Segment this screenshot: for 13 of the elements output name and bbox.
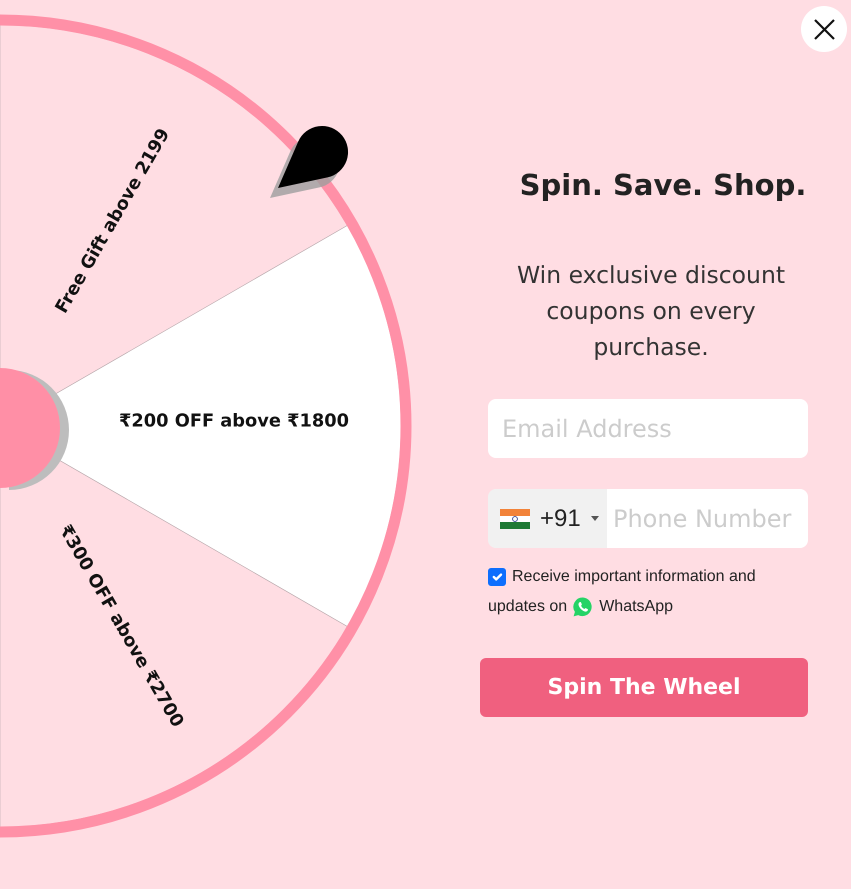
popup-title: Spin. Save. Shop. bbox=[518, 167, 808, 204]
consent-text: updates on bbox=[488, 597, 568, 617]
country-code-selector[interactable]: +91 bbox=[488, 489, 607, 548]
flag-icon bbox=[500, 508, 530, 528]
app-name-text: WhatsApp bbox=[599, 597, 673, 617]
chat-phone-icon bbox=[573, 597, 594, 617]
segment-label: ₹200 OFF above ₹1800 bbox=[119, 410, 349, 432]
close-icon bbox=[814, 18, 834, 40]
popup-subtitle: Win exclusive discount coupons on every purchase. bbox=[516, 260, 786, 363]
consent-checkbox[interactable] bbox=[488, 568, 506, 586]
close-button[interactable] bbox=[801, 6, 847, 52]
consent-text: Receive important information and bbox=[512, 567, 756, 587]
caret-icon bbox=[590, 516, 599, 521]
